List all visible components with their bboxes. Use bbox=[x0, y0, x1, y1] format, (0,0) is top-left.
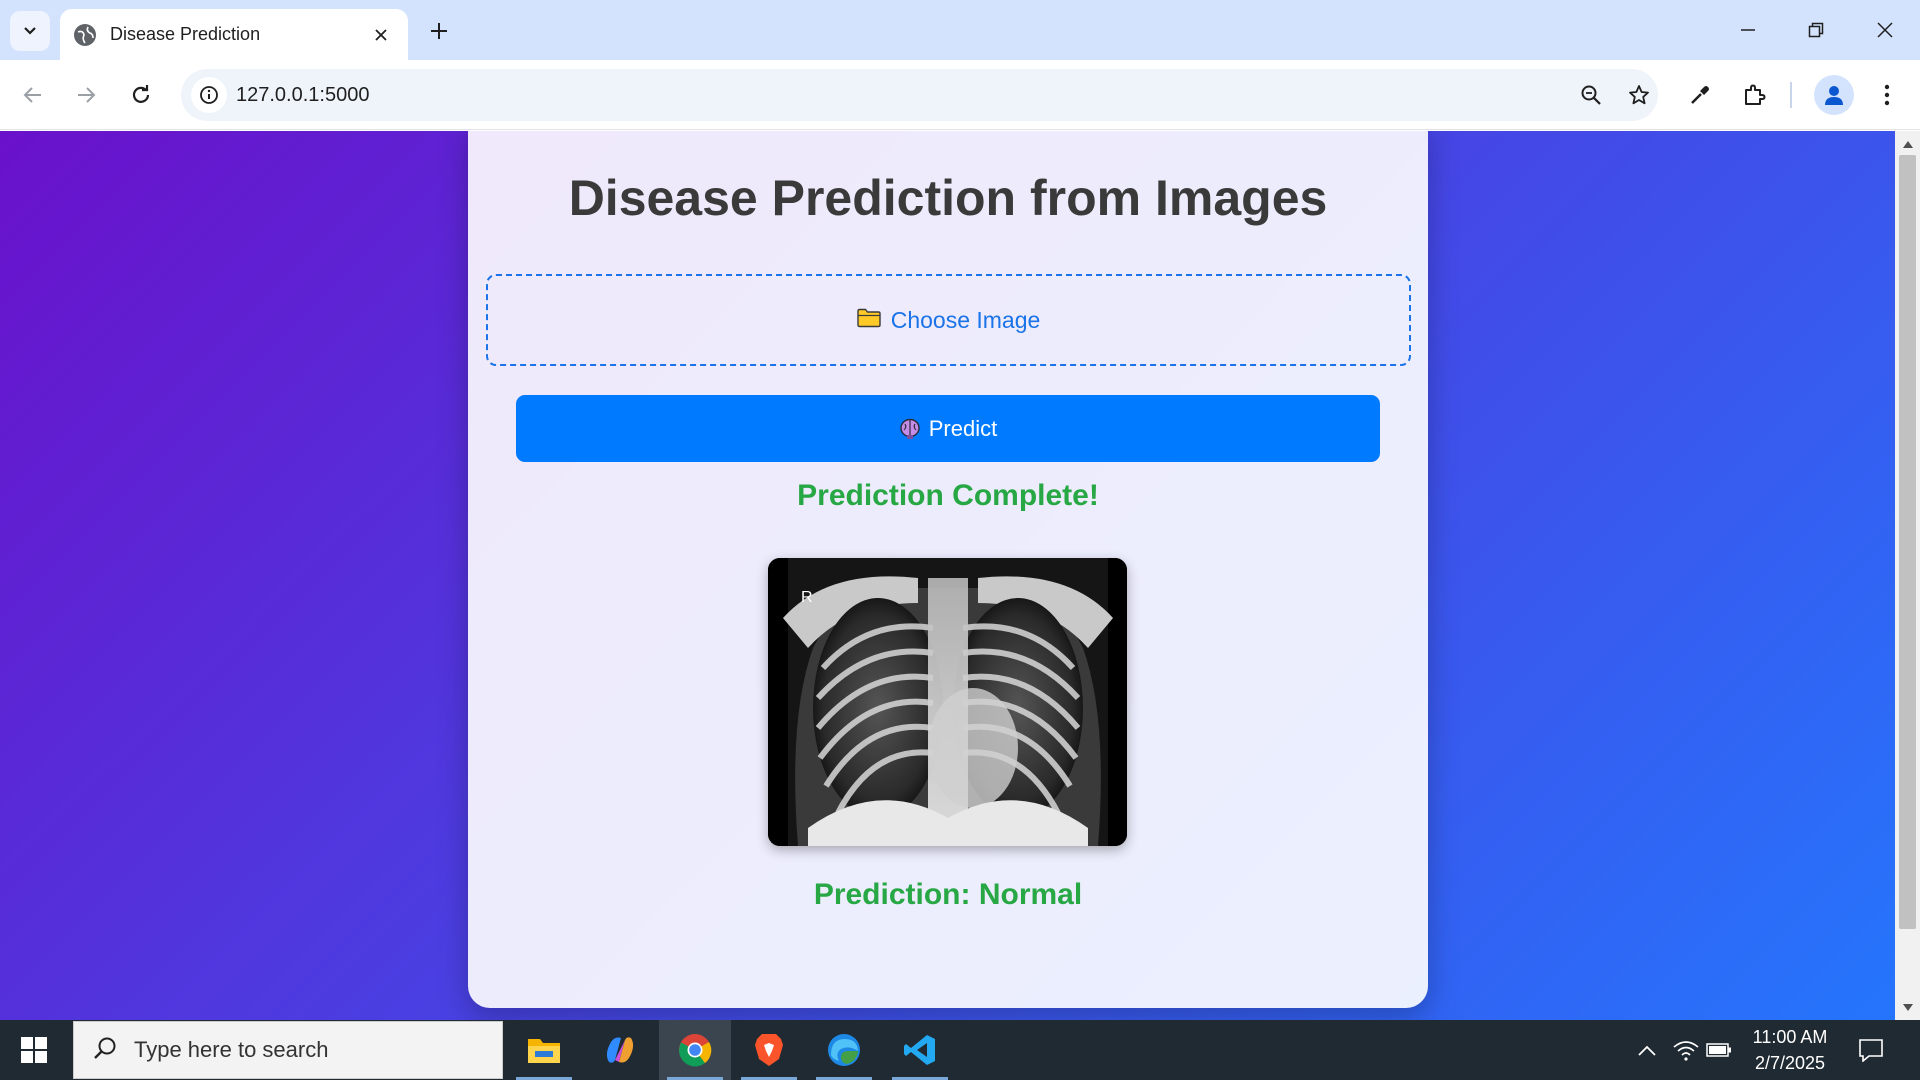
plus-icon bbox=[431, 23, 447, 39]
scroll-up-arrow-icon[interactable] bbox=[1901, 137, 1914, 150]
new-tab-button[interactable] bbox=[423, 15, 455, 47]
restore-icon bbox=[1808, 22, 1824, 38]
xray-side-marker: R bbox=[801, 589, 813, 606]
search-placeholder: Type here to search bbox=[134, 1037, 329, 1062]
battery-status[interactable] bbox=[1703, 1034, 1735, 1066]
profile-avatar[interactable] bbox=[1814, 75, 1854, 115]
url-text: 127.0.0.1:5000 bbox=[236, 84, 370, 106]
reload-icon bbox=[132, 85, 150, 103]
address-bar[interactable]: 127.0.0.1:5000 bbox=[181, 69, 1658, 121]
close-icon bbox=[1877, 22, 1893, 38]
taskbar-edge[interactable] bbox=[808, 1020, 880, 1080]
bookmark-star-icon[interactable] bbox=[1623, 79, 1655, 111]
show-hidden-icons-button[interactable] bbox=[1631, 1034, 1663, 1066]
forward-button[interactable] bbox=[66, 75, 106, 115]
page-viewport: Disease Prediction from Images Choose Im… bbox=[0, 131, 1895, 1020]
network-status[interactable] bbox=[1670, 1034, 1702, 1066]
brave-icon bbox=[755, 1034, 783, 1066]
zoom-icon[interactable] bbox=[1575, 79, 1607, 111]
windows-logo-icon bbox=[21, 1037, 47, 1063]
page-scrollbar[interactable] bbox=[1895, 131, 1920, 1020]
arrow-right-icon bbox=[78, 87, 96, 103]
reload-button[interactable] bbox=[121, 75, 161, 115]
restore-button[interactable] bbox=[1788, 10, 1844, 50]
tab-close-icon[interactable] bbox=[368, 22, 394, 48]
brain-icon bbox=[899, 418, 921, 440]
prediction-card: Disease Prediction from Images Choose Im… bbox=[468, 131, 1428, 1008]
notifications-button[interactable] bbox=[1855, 1034, 1887, 1066]
page-title: Disease Prediction from Images bbox=[568, 170, 1328, 226]
more-vertical-icon bbox=[1884, 84, 1890, 106]
copilot-icon bbox=[606, 1037, 634, 1063]
uploaded-xray-image: R bbox=[768, 558, 1127, 846]
browser-toolbar: 127.0.0.1:5000 bbox=[0, 60, 1920, 130]
person-icon bbox=[1825, 86, 1843, 105]
notification-icon bbox=[1859, 1039, 1883, 1062]
site-info-icon[interactable] bbox=[191, 77, 227, 113]
arrow-left-icon bbox=[23, 87, 41, 103]
predict-button[interactable]: Predict bbox=[516, 395, 1380, 462]
taskbar-search-box[interactable]: Type here to search bbox=[73, 1021, 503, 1079]
extensions-button[interactable] bbox=[1734, 75, 1774, 115]
tab-strip: Disease Prediction bbox=[0, 0, 1920, 60]
search-icon bbox=[92, 1035, 118, 1066]
battery-icon bbox=[1706, 1043, 1731, 1057]
globe-icon bbox=[74, 23, 96, 46]
choose-image-label: Choose Image bbox=[890, 306, 1041, 333]
tab-title: Disease Prediction bbox=[110, 24, 261, 44]
scrollbar-thumb[interactable] bbox=[1899, 155, 1916, 929]
browser-menu-button[interactable] bbox=[1867, 75, 1907, 115]
taskbar-file-explorer[interactable] bbox=[508, 1020, 580, 1080]
taskbar-brave[interactable] bbox=[733, 1020, 805, 1080]
folder-icon bbox=[857, 307, 881, 334]
taskbar-copilot[interactable] bbox=[584, 1020, 656, 1080]
taskbar-vscode[interactable] bbox=[884, 1020, 956, 1080]
minimize-icon bbox=[1741, 29, 1755, 31]
chrome-icon bbox=[679, 1034, 712, 1067]
back-button[interactable] bbox=[13, 75, 53, 115]
prediction-result: Prediction: Normal bbox=[813, 878, 1083, 911]
chevron-up-icon bbox=[1638, 1045, 1656, 1056]
close-window-button[interactable] bbox=[1857, 10, 1913, 50]
minimize-button[interactable] bbox=[1720, 10, 1776, 50]
toolbar-separator bbox=[1790, 82, 1792, 108]
browser-tab[interactable]: Disease Prediction bbox=[60, 9, 408, 60]
choose-image-upload[interactable]: Choose Image bbox=[486, 274, 1411, 366]
taskbar-chrome[interactable] bbox=[659, 1020, 731, 1080]
start-button[interactable] bbox=[10, 1028, 58, 1072]
edge-icon bbox=[828, 1034, 860, 1066]
clock-time: 11:00 AM bbox=[1752, 1027, 1828, 1047]
puzzle-icon bbox=[1745, 84, 1766, 105]
eyedropper-icon bbox=[1691, 86, 1709, 104]
chevron-down-icon bbox=[24, 27, 36, 35]
scroll-down-arrow-icon[interactable] bbox=[1901, 1001, 1914, 1014]
eyedropper-extension-button[interactable] bbox=[1680, 75, 1720, 115]
predict-label: Predict bbox=[928, 415, 998, 441]
clock-date: 2/7/2025 bbox=[1754, 1053, 1826, 1073]
wifi-icon bbox=[1673, 1041, 1699, 1061]
status-message: Prediction Complete! bbox=[797, 479, 1099, 512]
vscode-icon bbox=[904, 1035, 935, 1065]
file-explorer-icon bbox=[528, 1039, 560, 1063]
taskbar-clock[interactable]: 11:00 AM 2/7/2025 bbox=[1740, 1024, 1840, 1076]
windows-taskbar: Type here to search 11:00 AM 2/7/2025 bbox=[0, 1020, 1920, 1080]
tab-search-button[interactable] bbox=[10, 11, 50, 51]
